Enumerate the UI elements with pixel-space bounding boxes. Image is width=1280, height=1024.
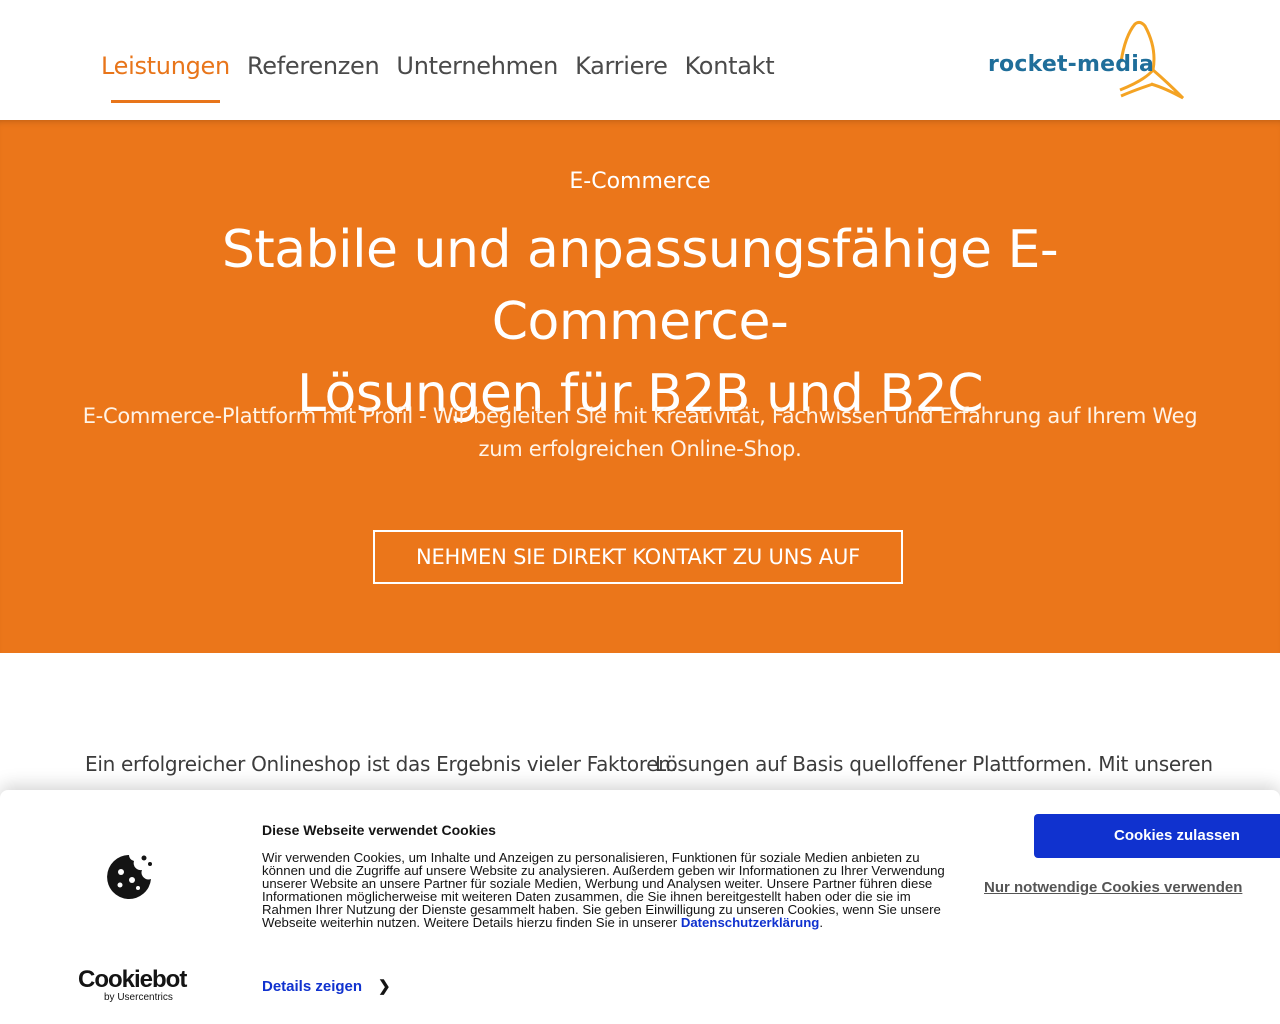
cookiebot-brand: Cookiebot (78, 966, 187, 993)
nav-item-kontakt[interactable]: Kontakt (685, 52, 775, 80)
hero-subtitle: E-Commerce-Plattform mit Profil - Wir be… (82, 404, 1198, 461)
show-details-button[interactable]: Details zeigen ❯ (262, 977, 391, 996)
cookie-description-end: . (819, 915, 823, 930)
cookie-description-text: Wir verwenden Cookies, um Inhalte und An… (262, 850, 945, 930)
cookie-icon (107, 855, 152, 899)
cookie-banner: Cookiebot by Usercentrics Diese Webseite… (0, 790, 1280, 1024)
main-nav: Leistungen Referenzen Unternehmen Karrie… (101, 52, 791, 103)
cookiebot-brand-sub: by Usercentrics (104, 992, 173, 1003)
show-details-label: Details zeigen (262, 977, 363, 995)
cookiebot-logo: Cookiebot by Usercentrics (78, 966, 187, 1004)
nav-item-referenzen[interactable]: Referenzen (247, 52, 380, 80)
nav-item-leistungen[interactable]: Leistungen (101, 52, 230, 103)
nav-item-unternehmen[interactable]: Unternehmen (396, 52, 558, 80)
allow-cookies-button[interactable]: Cookies zulassen (1034, 814, 1280, 858)
contact-cta-button[interactable]: NEHMEN SIE DIREKT KONTAKT ZU UNS AUF (373, 530, 903, 584)
cookie-title: Diese Webseite verwendet Cookies (262, 822, 496, 838)
site-header: Leistungen Referenzen Unternehmen Karrie… (0, 0, 1280, 120)
nav-item-karriere[interactable]: Karriere (575, 52, 668, 80)
cookie-description: Wir verwenden Cookies, um Inhalte und An… (262, 851, 952, 929)
rocket-media-logo[interactable]: rocket-media (985, 18, 1185, 102)
hero-eyebrow: E-Commerce (569, 169, 711, 194)
logo-text: rocket-media (988, 52, 1154, 77)
privacy-policy-link[interactable]: Datenschutzerklärung (681, 915, 820, 930)
intro-text-left: Ein erfolgreicher Onlineshop ist das Erg… (85, 752, 677, 776)
necessary-cookies-button[interactable]: Nur notwendige Cookies verwenden (984, 879, 1242, 896)
hero-headline-line1: Stabile und anpassungsfähige E-Commerce- (221, 220, 1059, 352)
chevron-right-icon: ❯ (378, 978, 391, 995)
hero-headline: Stabile und anpassungsfähige E-Commerce-… (100, 214, 1180, 430)
intro-text-right: Lösungen auf Basis quelloffener Plattfor… (655, 752, 1213, 776)
hero-section: E-Commerce Stabile und anpassungsfähige … (0, 120, 1280, 653)
